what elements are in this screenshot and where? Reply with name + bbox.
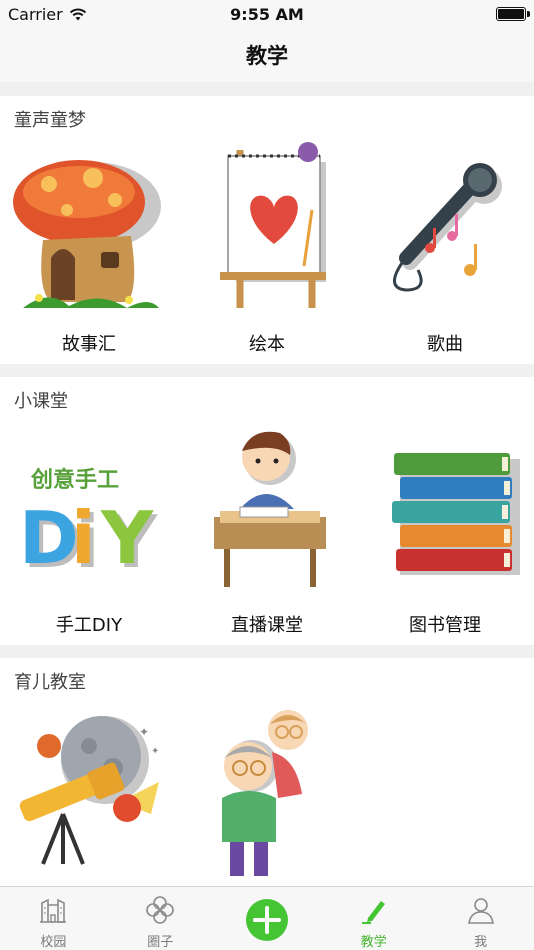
battery-icon — [496, 7, 530, 21]
tab-teaching[interactable]: 教学 — [320, 887, 427, 950]
add-button[interactable] — [245, 899, 288, 941]
section-title: 育儿教室 — [14, 672, 86, 693]
pen-icon — [361, 901, 385, 924]
grid-item-telescope[interactable]: ✦ ✦ — [0, 702, 178, 886]
microphone-icon — [393, 163, 502, 292]
add-icon — [252, 906, 281, 934]
school-building-icon — [40, 898, 67, 923]
easel-icon — [220, 142, 326, 308]
user-icon — [467, 898, 494, 924]
diy-letters: D D i i Y Y — [19, 496, 158, 584]
item-label: 歌曲 — [427, 334, 463, 355]
student-desk-icon — [214, 431, 326, 587]
clock: 9:55 AM — [230, 5, 304, 24]
mushroom-house-icon — [13, 160, 161, 308]
item-label: 绘本 — [249, 334, 285, 355]
tab-label: 我 — [474, 935, 488, 950]
grandparents-icon — [222, 710, 308, 876]
item-label: 手工DIY — [55, 615, 123, 636]
svg-text:Y: Y — [100, 496, 154, 580]
diy-banner-text: 创意手工 — [30, 467, 119, 493]
item-label: 故事汇 — [62, 334, 116, 355]
grid-item-stories[interactable]: 故事汇 — [0, 140, 178, 360]
grid-item-songs[interactable]: 歌曲 — [356, 140, 534, 360]
svg-text:✦: ✦ — [151, 746, 159, 757]
navigation-bar: 教学 — [0, 28, 534, 82]
section-voice-dream: 童声童梦 故事汇 绘本 歌曲 — [0, 96, 534, 364]
tab-bar: 校园 圈子 教学 我 — [0, 886, 534, 950]
svg-text:✦: ✦ — [139, 725, 149, 739]
grid-item-picture-books[interactable]: 绘本 — [178, 140, 356, 360]
grid-item-handcraft-diy[interactable]: 创意手工 D D i i Y Y 手工DIY — [0, 421, 178, 641]
section-mini-classroom: 小课堂 创意手工 D D i i Y Y 手工DIY 直播课堂 图书管理 — [0, 377, 534, 645]
svg-text:i: i — [71, 496, 96, 580]
grid-item-live-class[interactable]: 直播课堂 — [178, 421, 356, 641]
item-label: 直播课堂 — [231, 615, 303, 636]
item-label: 图书管理 — [409, 615, 481, 636]
tab-label: 校园 — [40, 935, 67, 950]
section-title: 小课堂 — [14, 391, 68, 412]
tab-me[interactable]: 我 — [427, 887, 534, 950]
telescope-icon: ✦✦ — [19, 716, 159, 865]
tab-campus[interactable]: 校园 — [0, 887, 107, 950]
tab-label: 教学 — [360, 935, 387, 950]
tab-label: 圈子 — [147, 935, 174, 950]
clover-icon — [146, 896, 174, 924]
grid-item-book-management[interactable]: 图书管理 — [356, 421, 534, 641]
section-title: 童声童梦 — [14, 110, 86, 131]
page-title: 教学 — [246, 44, 288, 68]
tab-circle[interactable]: 圈子 — [107, 887, 214, 950]
svg-text:D: D — [19, 496, 79, 580]
grid-item-grandparents[interactable] — [178, 702, 356, 886]
section-parenting-classroom: 育儿教室 ✦ ✦ — [0, 658, 534, 886]
tab-add[interactable] — [214, 887, 321, 950]
diy-art-icon: 创意手工 D D i i Y Y — [19, 467, 158, 584]
book-stack-icon — [392, 453, 520, 575]
status-bar: Carrier 9:55 AM — [0, 0, 534, 28]
